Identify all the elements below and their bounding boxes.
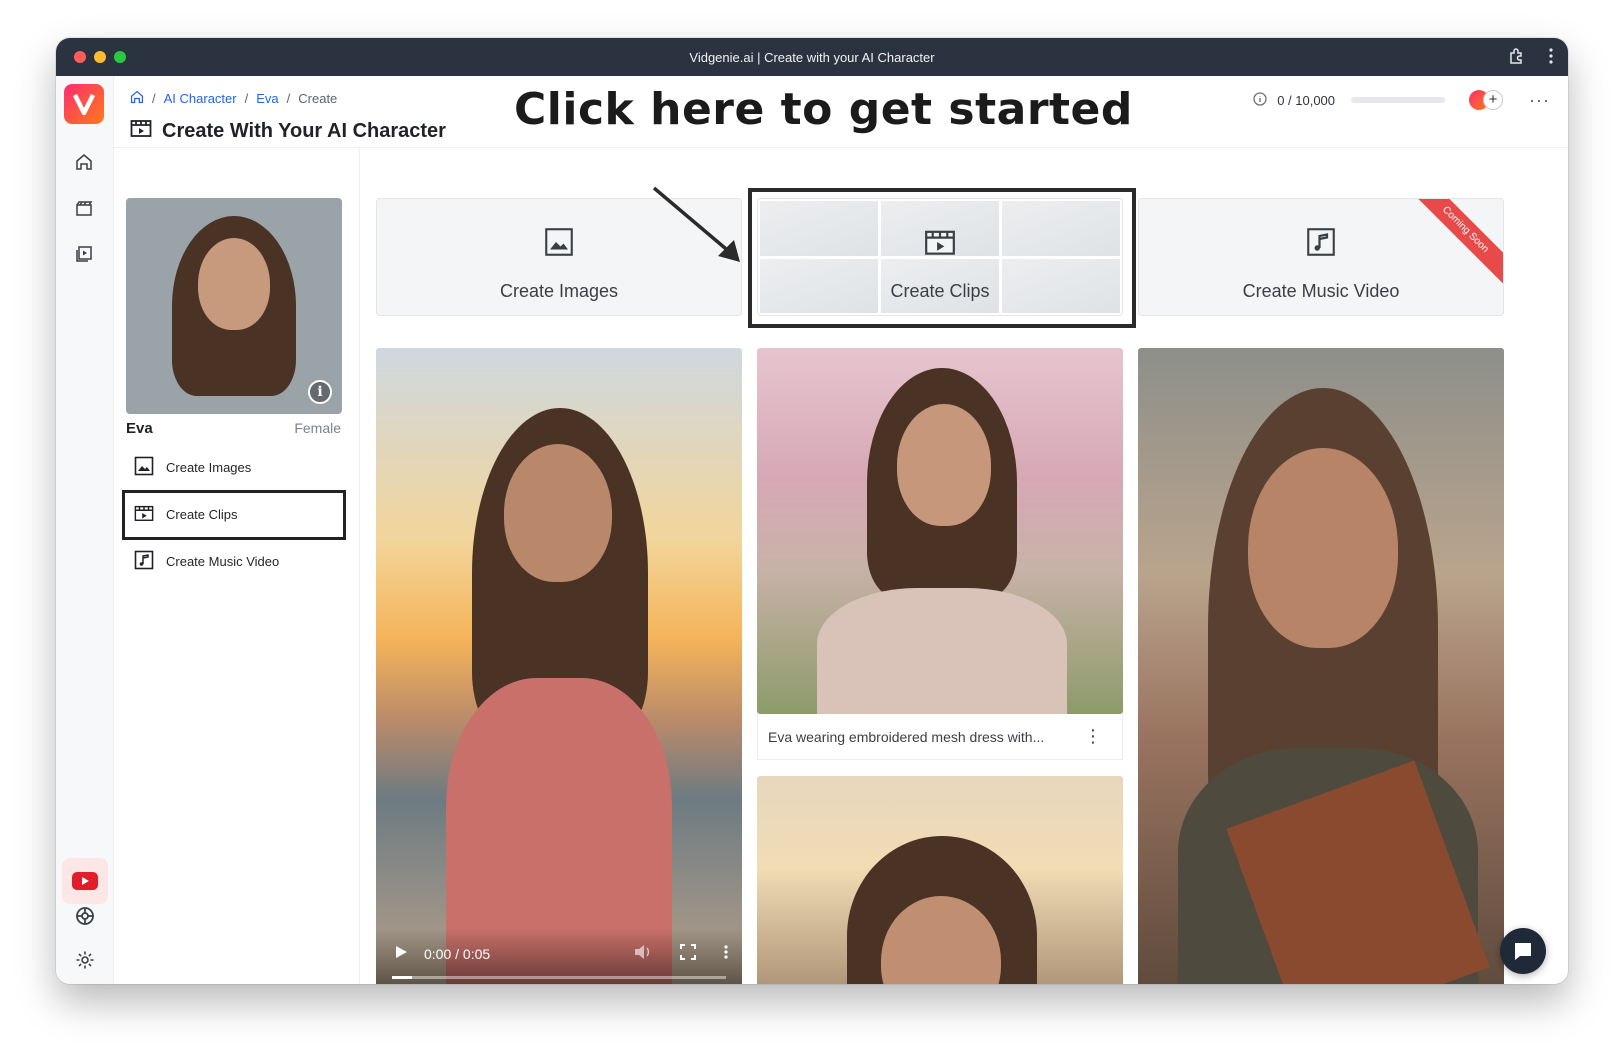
create-music-video-card[interactable]: Coming Soon Create Music Video: [1138, 198, 1504, 316]
side-menu-create-music-video[interactable]: Create Music Video: [134, 550, 279, 573]
maximize-window-button[interactable]: [114, 51, 126, 63]
clips-icon: [134, 503, 154, 526]
create-music-video-label: Create Music Video: [1242, 281, 1400, 301]
music-note-icon: [1306, 227, 1336, 262]
page-title: Create With Your AI Character: [130, 118, 446, 144]
create-images-label: Create Images: [499, 281, 619, 301]
fullscreen-icon[interactable]: [680, 944, 696, 963]
gallery-caption-row: Eva wearing embroidered mesh dress with.…: [757, 714, 1123, 760]
close-window-button[interactable]: [74, 51, 86, 63]
gallery-caption: Eva wearing embroidered mesh dress with.…: [768, 728, 1045, 745]
video-library-icon[interactable]: [72, 242, 96, 266]
window-title: Vidgenie.ai | Create with your AI Charac…: [689, 49, 935, 65]
annotation-arrow: [652, 186, 740, 262]
window-menu-icon[interactable]: [1548, 48, 1554, 64]
video-controls: 0:00 / 0:05: [376, 928, 742, 984]
breadcrumb-eva[interactable]: Eva: [256, 91, 278, 106]
caption-menu-icon[interactable]: ⋮: [1074, 726, 1112, 747]
main-content: Create Images Create Clips Coming Soon C…: [360, 148, 1568, 984]
left-rail: [56, 76, 114, 984]
side-menu-label: Create Music Video: [166, 554, 280, 569]
app-body: / AI Character / Eva / Create Create Wit…: [56, 76, 1568, 984]
support-icon[interactable]: [73, 904, 97, 928]
more-options-icon[interactable]: ···: [1529, 90, 1550, 111]
credits-bar: [1351, 97, 1446, 103]
clips-icon: [130, 118, 152, 144]
credits-count: 0 / 10,000: [1277, 92, 1336, 108]
header-actions: 0 / 10,000 + ···: [1253, 88, 1550, 112]
breadcrumb-separator: /: [152, 91, 156, 106]
gallery-image-tile[interactable]: [757, 348, 1123, 714]
breadcrumb: / AI Character / Eva / Create: [130, 90, 337, 107]
settings-icon[interactable]: [73, 948, 97, 972]
character-name: Eva: [126, 420, 153, 437]
account-switcher[interactable]: +: [1469, 88, 1505, 112]
side-menu-label: Create Clips: [166, 507, 238, 522]
gallery-image-tile[interactable]: [1138, 348, 1504, 984]
character-gender: Female: [294, 420, 341, 436]
page-title-text: Create With Your AI Character: [162, 119, 446, 142]
breadcrumb-ai-character[interactable]: AI Character: [164, 91, 237, 106]
video-menu-icon[interactable]: [724, 945, 728, 962]
gallery-image-tile[interactable]: [757, 776, 1123, 984]
image-icon: [544, 227, 574, 262]
breadcrumb-current: Create: [298, 91, 338, 106]
character-photo[interactable]: i: [126, 198, 342, 414]
home-icon[interactable]: [72, 150, 96, 174]
video-progress-fill: [392, 976, 413, 979]
video-progress-bar[interactable]: [392, 976, 726, 979]
side-menu-label: Create Images: [166, 460, 252, 475]
create-clips-highlight-box: [748, 188, 1136, 328]
window-titlebar: Vidgenie.ai | Create with your AI Charac…: [56, 38, 1568, 76]
side-menu-create-images[interactable]: Create Images: [134, 456, 251, 479]
info-icon[interactable]: [1253, 91, 1267, 109]
breadcrumb-separator: /: [244, 91, 249, 106]
music-note-icon: [134, 550, 154, 573]
play-icon[interactable]: [394, 945, 408, 962]
extension-icon[interactable]: [1508, 47, 1526, 65]
breadcrumb-separator: /: [286, 91, 291, 106]
character-panel: i Eva Female Create Images Create Clips: [114, 148, 360, 984]
tutorial-annotation: Click here to get started: [514, 84, 1133, 135]
add-account-icon[interactable]: +: [1483, 90, 1504, 110]
home-icon[interactable]: [130, 90, 144, 107]
video-time: 0:00 / 0:05: [424, 945, 491, 962]
vidgenie-logo[interactable]: [64, 84, 104, 124]
page-header: / AI Character / Eva / Create Create Wit…: [114, 76, 1568, 148]
window-controls: [74, 51, 126, 63]
volume-icon[interactable]: [634, 944, 652, 963]
youtube-icon[interactable]: [62, 858, 108, 904]
gallery-video-tile[interactable]: [376, 348, 742, 984]
chat-icon[interactable]: [1500, 928, 1546, 974]
side-menu-create-clips[interactable]: Create Clips: [134, 503, 238, 526]
app-window: Vidgenie.ai | Create with your AI Charac…: [56, 38, 1568, 984]
clapperboard-icon[interactable]: [72, 196, 96, 220]
minimize-window-button[interactable]: [94, 51, 106, 63]
image-icon: [134, 456, 154, 479]
coming-soon-badge: Coming Soon: [1407, 199, 1503, 288]
info-icon[interactable]: i: [308, 380, 332, 404]
